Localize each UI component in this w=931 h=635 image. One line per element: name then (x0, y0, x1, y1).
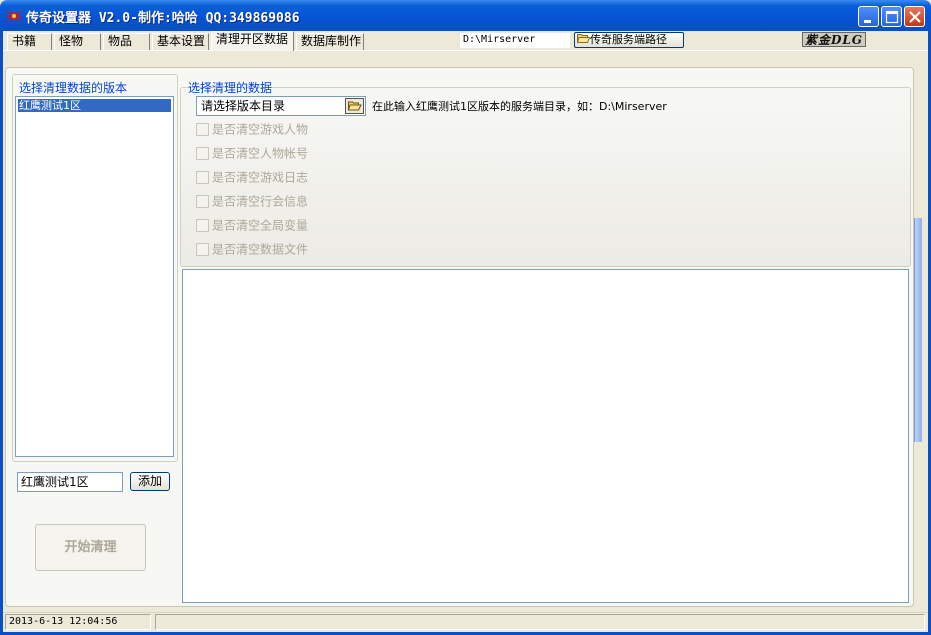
checkbox-clear-logs[interactable]: 是否清空游戏日志 (196, 170, 336, 186)
start-clear-button[interactable]: 开始清理 (35, 524, 146, 571)
maximize-button[interactable] (881, 6, 902, 27)
log-memo[interactable] (182, 269, 909, 603)
checkbox-box[interactable] (196, 219, 209, 232)
checkbox-box[interactable] (196, 243, 209, 256)
splitter-handle[interactable] (914, 218, 922, 442)
tab-database[interactable]: 数据库制作 (296, 33, 364, 50)
version-directory-combo[interactable]: 请选择版本目录 (196, 96, 366, 116)
checkbox-label: 是否清空游戏人物 (212, 122, 309, 137)
checkbox-box[interactable] (196, 147, 209, 160)
minimize-icon (864, 20, 871, 23)
checkbox-clear-guilds[interactable]: 是否清空行会信息 (196, 194, 336, 210)
checkbox-label: 是否清空行会信息 (212, 194, 309, 209)
server-path-field[interactable]: D:\Mirserver (460, 33, 570, 48)
close-button[interactable] (904, 6, 925, 27)
minimize-button[interactable] (858, 6, 879, 27)
checkbox-label: 是否清空人物帐号 (212, 146, 309, 161)
checkbox-label: 是否清空数据文件 (212, 242, 309, 257)
maximize-icon (885, 10, 899, 24)
tab-monsters[interactable]: 怪物 (54, 33, 101, 50)
checkbox-label: 是否清空游戏日志 (212, 170, 309, 185)
logo: 紫金DLG (802, 32, 866, 47)
tab-clear-server-data[interactable]: 清理开区数据 (211, 31, 294, 51)
spider-icon[interactable] (6, 8, 22, 24)
window-title: 传奇设置器 V2.0-制作:哈哈 QQ:349869086 (26, 11, 300, 26)
status-panel (155, 614, 925, 630)
list-item[interactable]: 红鹰测试1区 (18, 99, 171, 112)
checkbox-label: 是否清空全局变量 (212, 218, 309, 233)
version-directory-value: 请选择版本目录 (201, 99, 286, 113)
tab-strip-line (3, 50, 928, 51)
checkbox-clear-data-files[interactable]: 是否清空数据文件 (196, 242, 336, 258)
tab-basic-settings[interactable]: 基本设置 (152, 33, 209, 50)
tab-items[interactable]: 物品 (103, 33, 150, 50)
window-frame-left (0, 31, 3, 635)
directory-hint: 在此输入红鹰测试1区版本的服务端目录，如：D:\Mirserver (372, 100, 667, 113)
version-group-title: 选择清理数据的版本 (18, 79, 129, 96)
checkbox-clear-characters[interactable]: 是否清空游戏人物 (196, 122, 336, 138)
clear-data-group-title: 选择清理的数据 (188, 81, 273, 95)
folder-open-icon (576, 34, 591, 43)
close-icon (909, 11, 921, 23)
checkbox-clear-global-vars[interactable]: 是否清空全局变量 (196, 218, 336, 234)
server-path-button-label: 传奇服务端路径 (590, 33, 667, 46)
folder-open-icon (347, 101, 362, 111)
checkbox-box[interactable] (196, 123, 209, 136)
checkbox-clear-accounts[interactable]: 是否清空人物帐号 (196, 146, 336, 162)
new-version-input[interactable]: 红鹰测试1区 (17, 472, 123, 492)
add-button[interactable]: 添加 (130, 472, 170, 491)
status-datetime: 2013-6-13 12:04:56 (5, 614, 151, 630)
browse-directory-button[interactable] (345, 98, 364, 114)
server-path-button[interactable]: 传奇服务端路径 (574, 32, 684, 48)
checkbox-box[interactable] (196, 171, 209, 184)
checkbox-box[interactable] (196, 195, 209, 208)
tab-books[interactable]: 书籍 (7, 33, 52, 50)
version-list[interactable]: 红鹰测试1区 (15, 96, 174, 457)
